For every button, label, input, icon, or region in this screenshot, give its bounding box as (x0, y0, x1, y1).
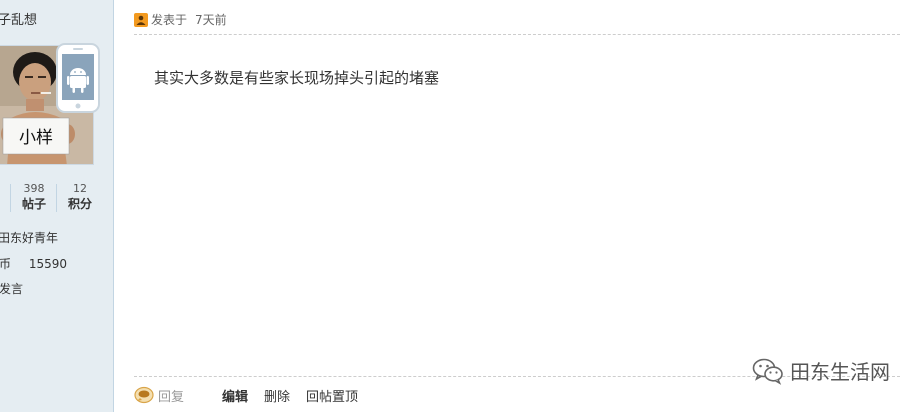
wechat-watermark: 田东生活网 (752, 356, 890, 385)
stat-divider (10, 184, 11, 212)
stat-divider (56, 184, 57, 212)
watermark-text: 田东生活网 (790, 360, 890, 384)
author-online-icon (134, 12, 148, 27)
stat-points-value: 12 (73, 182, 87, 195)
post-meta: 发表于 7天前 (134, 11, 227, 28)
posted-label: 发表于 (151, 13, 188, 27)
reply-label: 回复 (158, 389, 185, 405)
post-content: 其实大多数是有些家长现场掉头引起的堵塞 (154, 69, 440, 87)
posted-time: 7天前 (195, 13, 227, 27)
delete-link[interactable]: 删除 (264, 386, 290, 405)
stat-posts-label: 帖子 (21, 197, 46, 211)
send-message-link[interactable]: 发言 (0, 280, 23, 297)
user-rank: 田东好青年 (0, 231, 59, 245)
android-mobile-icon[interactable] (55, 42, 101, 114)
coins-row: 币 15590 (0, 255, 67, 272)
reply-icon (134, 386, 154, 404)
stat-points[interactable]: 12 积分 (64, 182, 96, 212)
pin-reply-link[interactable]: 回帖置顶 (306, 386, 358, 405)
wechat-icon (752, 358, 783, 385)
author-sidebar: 子乱想 小样 398 帖子 12 积分 田东好青年 币 15590 发言 (0, 0, 114, 412)
stat-posts[interactable]: 398 帖子 (18, 182, 50, 212)
edit-link[interactable]: 编辑 (222, 386, 248, 405)
post-header-divider (134, 34, 900, 35)
avatar-sign-text: 小样 (19, 128, 53, 148)
stat-posts-value: 398 (23, 182, 45, 195)
coins-value: 15590 (28, 257, 68, 271)
reply-button[interactable]: 回复 (134, 386, 184, 405)
coins-label: 币 (0, 257, 12, 271)
author-stats: 398 帖子 12 积分 (0, 182, 100, 214)
post-actions: 回复 编辑 删除 回帖置顶 (134, 385, 358, 405)
stat-points-label: 积分 (67, 197, 92, 211)
author-username[interactable]: 子乱想 (0, 9, 37, 28)
